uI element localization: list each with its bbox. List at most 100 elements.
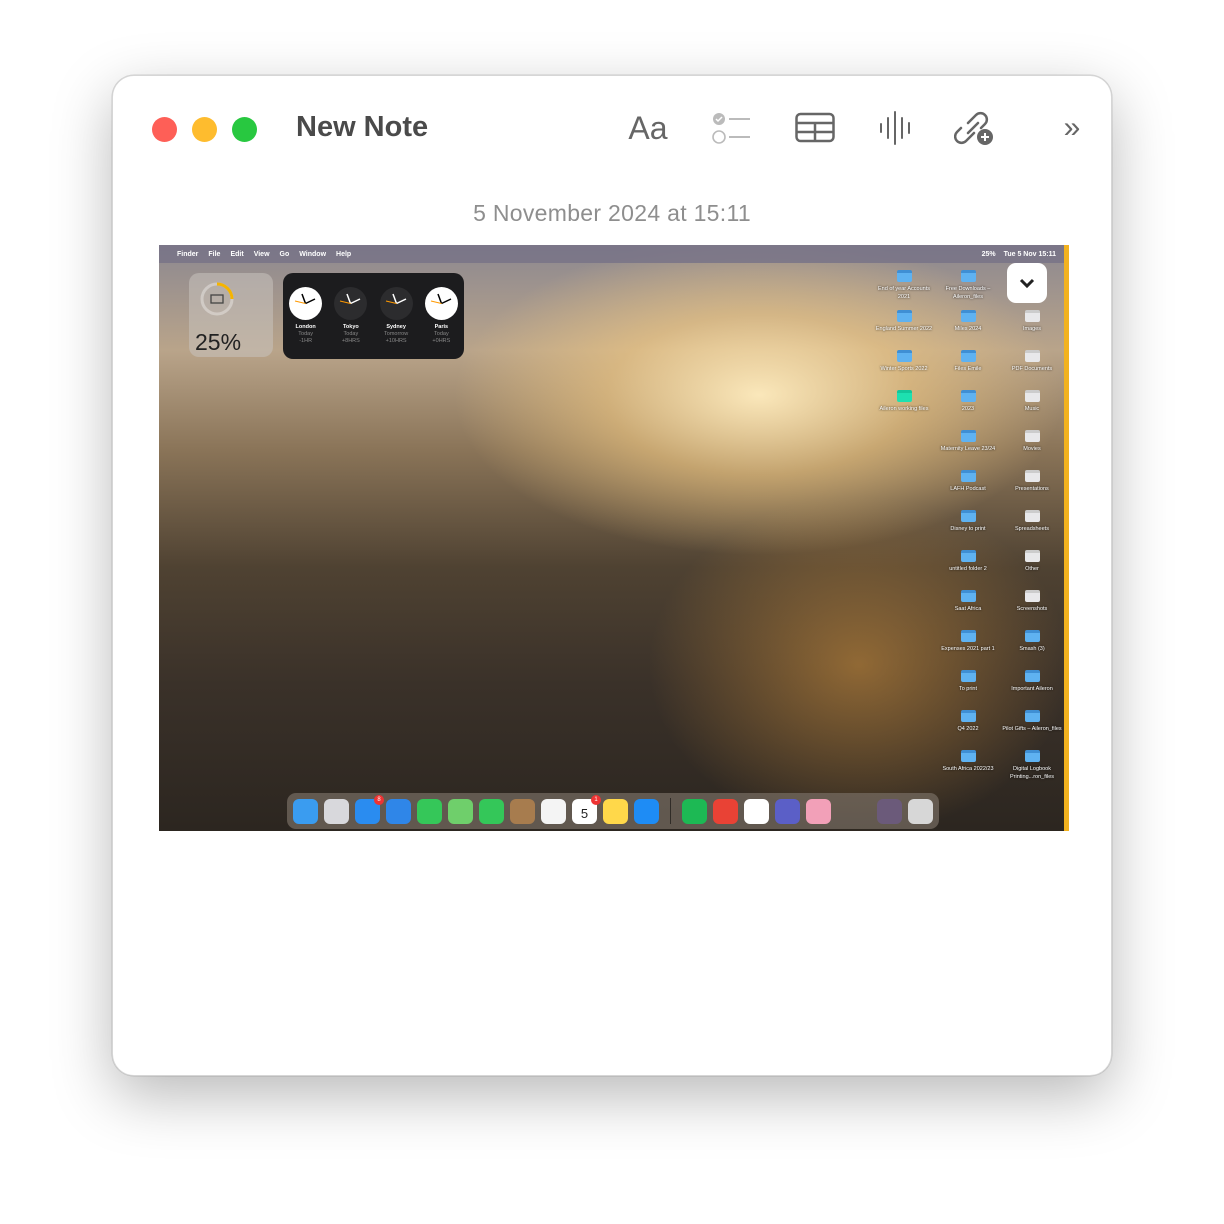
dock-app-store-icon[interactable] (634, 798, 659, 824)
dock-badge: 8 (374, 794, 384, 805)
checklist-icon[interactable] (710, 106, 754, 150)
desktop-item[interactable]: LAFH Podcast (937, 470, 999, 493)
folder-icon (896, 350, 912, 362)
desktop-item-label: Q4 2022 (957, 726, 979, 732)
folder-icon (960, 390, 976, 402)
dock-notes-icon[interactable] (603, 798, 628, 824)
desktop-item[interactable]: Miles 2024 (937, 310, 999, 333)
dock-spotify-icon[interactable] (682, 798, 707, 824)
desktop-item[interactable]: Free Downloads – Aileron_files (937, 270, 999, 301)
more-chevrons-icon[interactable]: » (1057, 106, 1087, 150)
clock-city: Tokyo (342, 324, 359, 330)
menu-go[interactable]: Go (280, 251, 290, 258)
file-icon (1024, 430, 1040, 442)
format-icon[interactable]: Aa (623, 106, 673, 150)
folder-icon (960, 590, 976, 602)
file-icon (1024, 510, 1040, 522)
menu-window[interactable]: Window (299, 251, 326, 258)
dock-chrome-icon[interactable] (713, 798, 738, 824)
desktop-item-label: Screenshots (1016, 606, 1048, 612)
desktop-item[interactable]: Winter Sports 2022 (873, 350, 935, 373)
desktop-item[interactable]: Disney to print (937, 510, 999, 533)
desktop-item-label: 2023 (961, 406, 975, 412)
battery-percent: 25% (195, 329, 242, 355)
desktop-item[interactable]: 2023 (937, 390, 999, 413)
clock-tokyo: Tokyo Today +8HRS (331, 287, 371, 359)
menu-help[interactable]: Help (336, 251, 351, 258)
audio-waveform-icon[interactable] (875, 106, 915, 150)
dock-reminders-icon[interactable] (541, 798, 566, 824)
desktop-item[interactable]: Presentations (1001, 470, 1063, 493)
desktop-item[interactable]: untitled folder 2 (937, 550, 999, 573)
desktop-item[interactable]: Screenshots (1001, 590, 1063, 613)
note-date: 5 November 2024 at 15:11 (473, 200, 751, 226)
clock-face-icon (379, 287, 413, 320)
clock-offset: -1HR (299, 338, 313, 344)
battery-widget: 25% (189, 273, 273, 357)
desktop-item[interactable]: England Summer 2022 (873, 310, 935, 333)
clock-face-icon (334, 287, 368, 320)
dock-launchpad-icon[interactable] (324, 798, 349, 824)
dock-badge: 1 (591, 794, 601, 805)
dock-safari-icon[interactable] (386, 798, 411, 824)
menu-view[interactable]: View (254, 251, 270, 258)
desktop-item-label: England Summer 2022 (875, 326, 933, 332)
zoom-button[interactable] (232, 117, 257, 142)
dock-finder-icon[interactable] (293, 798, 318, 824)
clock-city: London (295, 324, 316, 330)
menu-file[interactable]: File (208, 251, 220, 258)
desktop-item-label: Other (1025, 566, 1039, 572)
embedded-screenshot[interactable]: Finder File Edit View Go Window Help 25% Tue 5 N… (159, 245, 1069, 831)
desktop-item[interactable]: End of year Accounts 2021 (873, 270, 935, 301)
desktop-item[interactable]: Digital Logbook Printing...ron_files (1001, 750, 1063, 781)
clock-sydney: Sydney Tomorrow +10HRS (376, 287, 416, 359)
desktop-item[interactable]: Aileron working files (873, 390, 935, 413)
clock-day: Today (298, 331, 313, 337)
dock-messages-icon[interactable] (417, 798, 442, 824)
dock-teams-icon[interactable] (775, 798, 800, 824)
desktop-item-label: Free Downloads – Aileron_files (945, 286, 991, 300)
folder-icon (1024, 630, 1040, 642)
collapse-chevron-button[interactable] (1007, 263, 1047, 303)
desktop-item-label: Music (1024, 406, 1040, 412)
desktop-item[interactable]: Images (1001, 310, 1063, 333)
dock-mail-icon[interactable]: 8 (355, 794, 384, 824)
dock-calendar-icon[interactable]: 51 (572, 794, 601, 824)
file-icon (1024, 390, 1040, 402)
folder-icon (896, 390, 912, 402)
clock-offset: +10HRS (385, 338, 407, 344)
dock-contacts-icon[interactable] (510, 798, 535, 824)
desktop-item[interactable]: Expenses 2021 part 1 (937, 630, 999, 653)
desktop-item[interactable]: Maternity Leave 23/24 (937, 430, 999, 453)
desktop-item[interactable]: Pilot Gifts – Aileron_files (1001, 710, 1063, 733)
desktop-item[interactable]: Movies (1001, 430, 1063, 453)
desktop-item[interactable]: Important Aileron (1001, 670, 1063, 693)
menu-edit[interactable]: Edit (230, 251, 243, 258)
desktop-item-label: Saat Africa (954, 606, 982, 612)
dock-facetime-icon[interactable] (479, 798, 504, 824)
link-add-icon[interactable] (953, 106, 997, 150)
desktop-item[interactable]: South Africa 2022/23 (937, 750, 999, 773)
dock-maps-icon[interactable] (448, 798, 473, 824)
desktop-item[interactable]: Saat Africa (937, 590, 999, 613)
desktop-item[interactable]: To print (937, 670, 999, 693)
dock-trash-icon[interactable] (908, 798, 933, 824)
desktop-item[interactable]: PDF Documents (1001, 350, 1063, 373)
dock-screen-sharing-icon[interactable] (806, 798, 831, 824)
desktop-item[interactable]: Other (1001, 550, 1063, 573)
clock-city: Paris (434, 324, 449, 330)
desktop-item[interactable]: Smash (3) (1001, 630, 1063, 653)
menu-finder[interactable]: Finder (177, 251, 198, 258)
desktop-item[interactable]: Q4 2022 (937, 710, 999, 733)
close-button[interactable] (152, 117, 177, 142)
minimize-button[interactable] (192, 117, 217, 142)
desktop-item[interactable]: Spreadsheets (1001, 510, 1063, 533)
clock-face-icon (424, 287, 458, 320)
dock-slack-icon[interactable] (744, 798, 769, 824)
folder-icon (960, 550, 976, 562)
menu-bar: Finder File Edit View Go Window Help 25% Tue 5 N… (159, 245, 1064, 263)
desktop-item[interactable]: Music (1001, 390, 1063, 413)
dock-downloads-stack-icon[interactable] (877, 798, 902, 824)
table-icon[interactable] (793, 106, 837, 150)
desktop-item[interactable]: Files Emile (937, 350, 999, 373)
